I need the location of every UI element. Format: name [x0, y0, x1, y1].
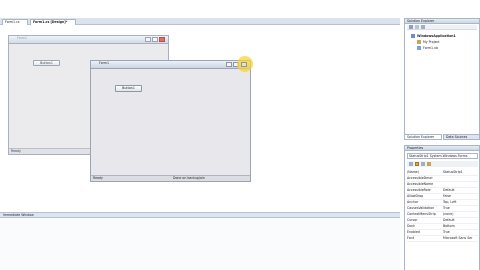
property-value[interactable]: Microsoft Sans Ser: [443, 236, 472, 240]
back-button1[interactable]: Button1: [33, 60, 60, 66]
tab-solution-explorer[interactable]: Solution Explorer: [404, 134, 442, 140]
property-value[interactable]: StatusStrip1: [443, 170, 463, 174]
status-label: Ready: [11, 149, 21, 153]
tab-label: Form1.cs: [5, 20, 20, 24]
button-label: Button1: [122, 86, 135, 90]
events-icon[interactable]: [427, 162, 431, 166]
tab-data-sources[interactable]: Data Sources: [443, 134, 480, 140]
minimize-icon[interactable]: [226, 62, 232, 67]
property-name: CausesValidation: [407, 206, 435, 210]
property-name: Anchor: [407, 200, 419, 204]
front-form-window[interactable]: Form1 Button1 Ready Done on backup/ain: [90, 56, 253, 182]
front-button1[interactable]: Button1: [115, 85, 142, 92]
solution-explorer-title: Solution Explorer: [407, 19, 435, 23]
properties-body: StatusStrip1 System.Windows.Forms (Name)…: [404, 151, 480, 270]
property-name: Enabled: [407, 230, 420, 234]
tree-item-label: Form1.vb: [423, 46, 438, 50]
tree-item-my-project[interactable]: My Project: [417, 40, 440, 44]
immediate-window-title: Immediate Window: [3, 213, 34, 217]
property-value[interactable]: Bottom: [443, 224, 455, 228]
tree-item-project[interactable]: WindowsApplication1: [411, 34, 456, 38]
front-status-strip[interactable]: Ready Done on backup/ain: [91, 175, 250, 181]
back-form-title: Form1: [17, 36, 28, 40]
property-name: ContextMenuStrip: [407, 212, 436, 216]
status-label-right: Done on backup/ain: [173, 176, 205, 180]
form-icon: [417, 46, 421, 50]
property-name: AccessibleDescr: [407, 176, 433, 180]
project-icon: [411, 34, 415, 38]
tree-item-label: My Project: [423, 40, 440, 44]
tree-item-form1[interactable]: Form1.vb: [417, 46, 438, 50]
property-value[interactable]: Top, Left: [443, 200, 456, 204]
property-value[interactable]: (none): [443, 212, 453, 216]
tab-label: Data Sources: [446, 135, 468, 139]
solution-explorer-toolbar: [407, 25, 477, 30]
property-value[interactable]: True: [443, 230, 450, 234]
status-label-left: Ready: [93, 176, 103, 180]
property-name: AccessibleRole: [407, 188, 431, 192]
property-value[interactable]: Default: [443, 218, 455, 222]
tab-label: Solution Explorer: [407, 135, 435, 139]
my-project-icon: [417, 40, 421, 44]
property-name: AccessibleName: [407, 182, 434, 186]
properties-view-icon[interactable]: [421, 162, 425, 166]
property-row[interactable]: Font Microsoft Sans Ser: [407, 236, 478, 242]
button-label: Button1: [40, 61, 53, 65]
property-name: Dock: [407, 224, 416, 228]
property-value[interactable]: True: [443, 206, 450, 210]
property-grid: (Name) StatusStrip1 AccessibleDescr Acces…: [407, 170, 478, 242]
refresh-icon[interactable]: [421, 25, 425, 29]
object-selector[interactable]: StatusStrip1 System.Windows.Forms: [407, 153, 478, 159]
property-name: AllowDrop: [407, 194, 424, 198]
property-name: Font: [407, 236, 414, 240]
property-value[interactable]: False: [443, 194, 451, 198]
property-name: (Name): [407, 170, 419, 174]
close-icon[interactable]: [159, 37, 165, 42]
tree-item-label: WindowsApplication1: [417, 34, 456, 38]
property-value[interactable]: Default: [443, 188, 455, 192]
front-form-title: Form1: [99, 61, 110, 65]
minimize-icon[interactable]: [145, 37, 151, 42]
properties-toolbar: [407, 161, 478, 167]
categorized-icon[interactable]: [409, 162, 413, 166]
show-all-files-icon[interactable]: [415, 25, 419, 29]
immediate-window-body[interactable]: [0, 218, 400, 270]
property-name: Cursor: [407, 218, 418, 222]
properties-title: Properties: [407, 146, 424, 150]
maximize-icon[interactable]: [152, 37, 158, 42]
tab-label: Form1.cs [Design]*: [33, 20, 68, 24]
solution-explorer-body: WindowsApplication1 My Project Form1.vb: [404, 24, 480, 134]
close-icon[interactable]: [241, 62, 247, 67]
properties-icon[interactable]: [409, 25, 413, 29]
object-selector-value: StatusStrip1 System.Windows.Forms: [409, 154, 468, 158]
alphabetical-icon[interactable]: [415, 162, 419, 166]
